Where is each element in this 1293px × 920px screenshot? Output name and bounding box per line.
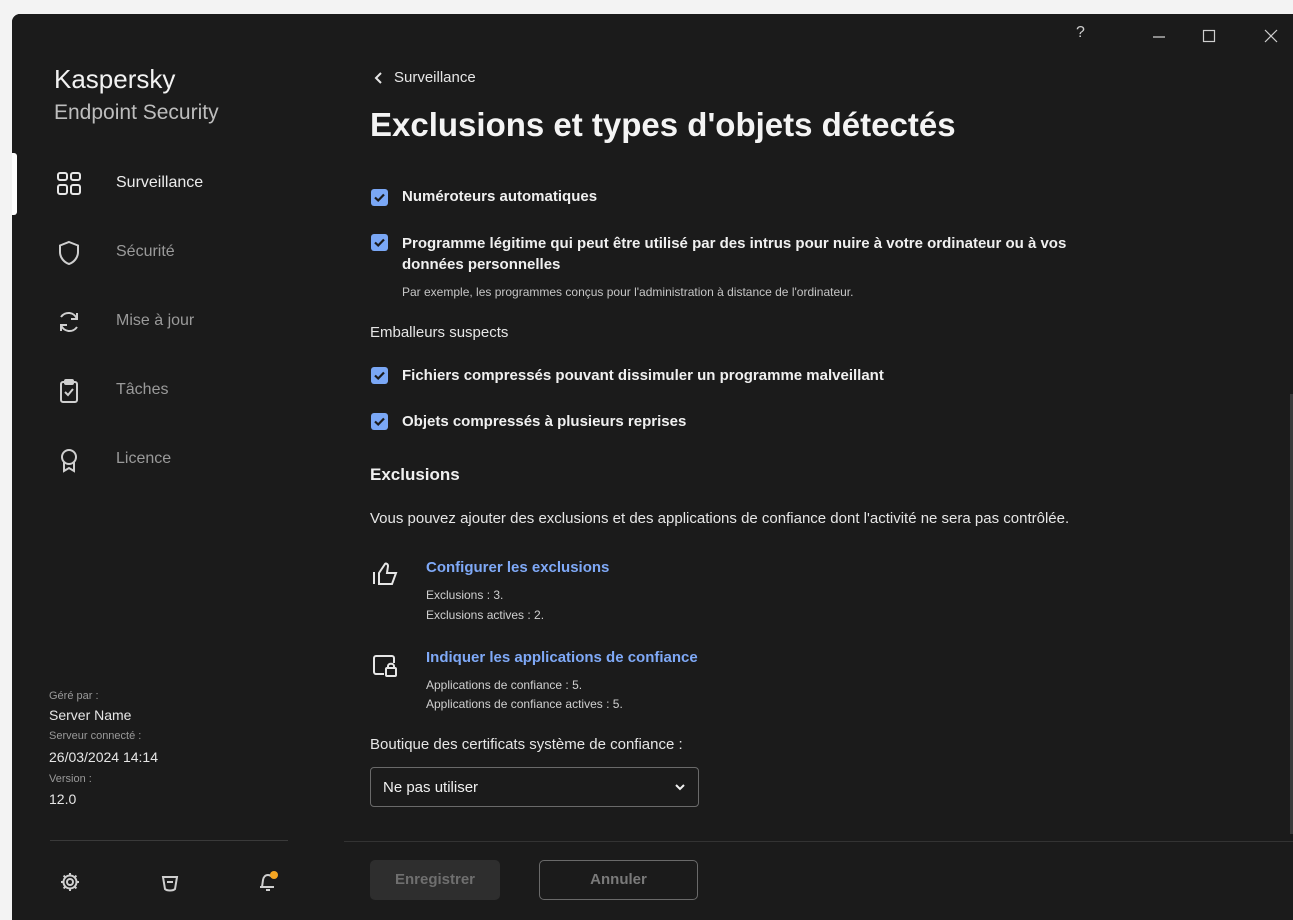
cert-store-label: Boutique des certificats système de conf… [370,736,683,753]
managed-by-value: Server Name [49,707,132,723]
checkbox-hint: Par exemple, les programmes conçus pour … [402,285,854,299]
sidebar-item-label: Sécurité [116,243,175,260]
app-window: ? Kaspersky Endpoint Security Surveillan… [12,14,1293,920]
clipboard-check-icon [56,378,82,404]
back-link[interactable]: Surveillance [374,69,476,86]
thumbs-up-icon [370,559,400,589]
version-label: Version : [49,773,92,785]
chevron-left-icon [374,72,382,84]
footer-divider [344,841,1293,842]
checkbox-legitimate-program[interactable] [371,234,388,251]
support-icon[interactable] [158,870,182,894]
cert-store-value: Ne pas utiliser [383,779,479,796]
sidebar-item-surveillance[interactable]: Surveillance [12,159,342,209]
checkbox-label-continued: données personnelles [402,256,561,273]
checkbox-packed-files[interactable] [371,367,388,384]
brand-name: Kaspersky [54,64,176,94]
managed-by-label: Géré par : [49,690,99,702]
exclusions-count: Exclusions : 3. [426,588,504,602]
sidebar-item-licence[interactable]: Licence [12,435,342,485]
trusted-app-lock-icon [370,650,400,680]
sidebar-item-securite[interactable]: Sécurité [12,228,342,278]
packers-heading: Emballeurs suspects [370,324,509,341]
cert-store-select[interactable]: Ne pas utiliser [370,767,699,807]
cancel-button[interactable]: Annuler [539,860,698,900]
active-trusted-apps-count: Applications de confiance actives : 5. [426,697,623,711]
checkbox-label: Fichiers compressés pouvant dissimuler u… [402,367,884,384]
refresh-icon [56,309,82,335]
sidebar-item-taches[interactable]: Tâches [12,366,342,416]
sidebar-item-label: Licence [116,450,172,467]
shield-icon [56,240,82,266]
server-connected-value: 26/03/2024 14:14 [49,749,158,765]
checkmark-icon [374,238,385,248]
dashboard-icon [56,171,82,197]
exclusions-description: Vous pouvez ajouter des exclusions et de… [370,510,1070,527]
main-content: Surveillance Exclusions et types d'objet… [342,14,1293,920]
page-title: Exclusions et types d'objets détectés [370,106,956,143]
checkmark-icon [374,193,385,203]
checkbox-multi-packed[interactable] [371,413,388,430]
checkbox-label: Programme légitime qui peut être utilisé… [402,235,1067,252]
sidebar-item-label: Mise à jour [116,312,195,329]
notifications-bell-icon[interactable] [256,870,280,894]
back-label: Surveillance [394,69,476,86]
checkbox-dialers[interactable] [371,189,388,206]
trusted-apps-count: Applications de confiance : 5. [426,678,583,692]
checkbox-label: Objets compressés à plusieurs reprises [402,413,687,430]
configure-exclusions-link[interactable]: Configurer les exclusions [426,559,609,576]
save-button[interactable]: Enregistrer [370,860,500,900]
chevron-down-icon [675,784,685,791]
server-connected-label: Serveur connecté : [49,730,142,742]
checkmark-icon [374,371,385,381]
trusted-apps-link[interactable]: Indiquer les applications de confiance [426,649,698,666]
checkbox-label: Numéroteurs automatiques [402,188,598,205]
checkmark-icon [374,417,385,427]
sidebar-divider [50,840,288,841]
license-award-icon [56,447,82,473]
active-exclusions-count: Exclusions actives : 2. [426,608,545,622]
sidebar-item-mise-a-jour[interactable]: Mise à jour [12,297,342,347]
sidebar-item-label: Surveillance [116,174,204,191]
sidebar-item-label: Tâches [116,381,169,398]
exclusions-heading: Exclusions [370,465,460,484]
settings-gear-icon[interactable] [58,870,82,894]
product-name: Endpoint Security [54,101,219,124]
sidebar: Kaspersky Endpoint Security Surveillance… [12,14,342,920]
version-value: 12.0 [49,791,77,807]
